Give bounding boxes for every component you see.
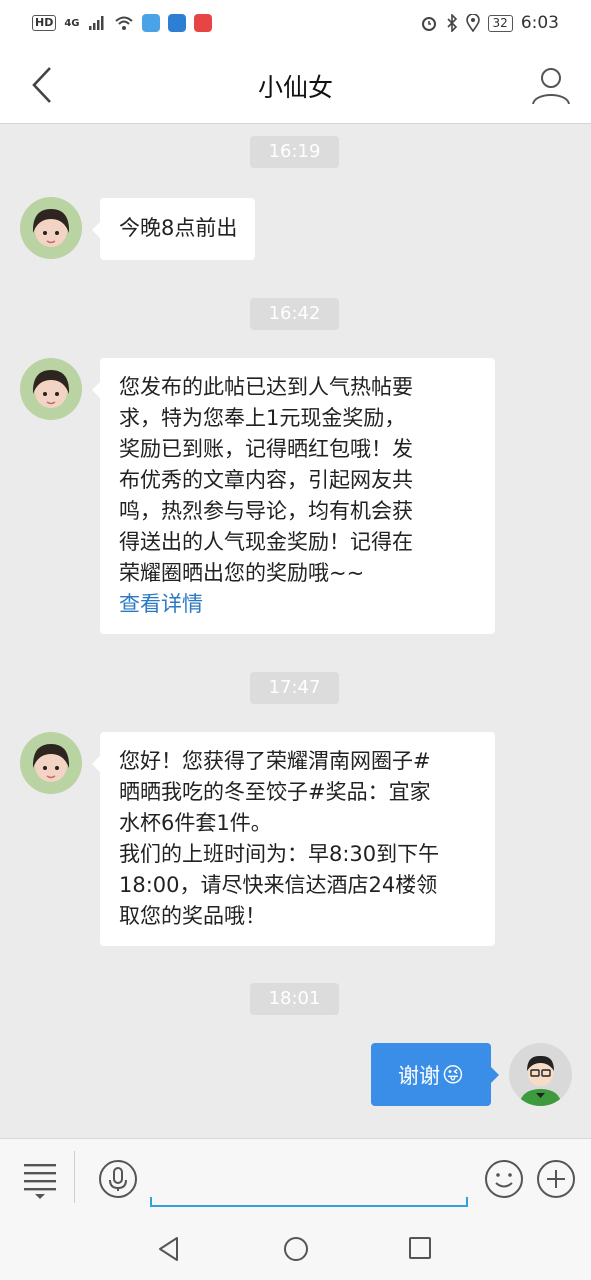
app-notification-icon-2 [167,14,186,32]
circle-home-icon [284,1237,308,1261]
message-input[interactable] [150,1153,468,1207]
my-avatar[interactable] [509,1043,572,1106]
divider [74,1151,75,1203]
hd-indicator: HD [32,15,57,31]
location-icon [465,14,480,32]
app-notification-icon-1 [141,14,160,32]
input-edge-left [150,1197,152,1207]
microphone-icon [99,1160,137,1198]
menu-icon [24,1164,56,1199]
input-bar [0,1138,591,1218]
signal-icon [88,16,104,30]
status-bar: HD 4G 32 6:03 [0,0,591,46]
person-icon [532,68,570,105]
nav-home-button[interactable] [282,1235,310,1263]
battery-level: 32 [487,14,513,32]
page-title: 小仙女 [257,73,333,102]
contact-avatar[interactable] [20,732,82,794]
square-recent-icon [409,1237,431,1259]
contact-avatar[interactable] [20,197,82,259]
plus-button[interactable] [536,1159,576,1199]
message-text: 您发布的此帖已达到人气热帖要 求，特为您奉上1元现金奖励， 奖励已到账，记得晒红… [119,375,413,585]
message-text: 您好！您获得了荣耀渭南网圈子# 晒晒我吃的冬至饺子#奖品：宜家 水杯6件套1件。… [119,749,440,928]
triangle-back-icon [159,1237,178,1261]
nav-recent-button[interactable] [407,1235,433,1261]
clock: 6:03 [520,13,559,33]
timestamp: 17:47 [250,672,339,704]
chat-header: 小仙女 [0,46,591,124]
bluetooth-icon [446,14,457,32]
message-bubble: 您发布的此帖已达到人气热帖要 求，特为您奉上1元现金奖励， 奖励已到账，记得晒红… [92,358,495,634]
message-bubble: 今晚8点前出 [91,198,256,260]
view-details-link[interactable]: 查看详情 [119,589,477,620]
system-nav-bar [0,1218,591,1280]
profile-button[interactable] [530,64,572,106]
wink-tongue-emoji-icon: 😜 [442,1062,464,1087]
menu-button[interactable] [20,1159,60,1201]
message-bubble: 您好！您获得了荣耀渭南网圈子# 晒晒我吃的冬至饺子#奖品：宜家 水杯6件套1件。… [92,732,495,946]
voice-button[interactable] [98,1159,138,1199]
emoji-button[interactable] [484,1159,524,1199]
timestamp: 16:42 [250,298,339,330]
timestamp: 16:19 [250,136,339,168]
plus-icon [537,1160,575,1198]
network-type: 4G [64,17,80,29]
outgoing-message-bubble: 谢谢 😜 [371,1043,499,1106]
alarm-icon [421,17,436,31]
message-text: 今晚8点前出 [119,216,238,240]
smiley-icon [485,1160,523,1198]
message-text: 谢谢 [398,1063,441,1088]
nav-back-button[interactable] [155,1235,183,1263]
app-notification-icon-3 [193,14,212,32]
input-edge-right [466,1197,468,1207]
wifi-icon [114,16,133,30]
timestamp: 18:01 [250,983,339,1015]
contact-avatar[interactable] [20,358,82,420]
